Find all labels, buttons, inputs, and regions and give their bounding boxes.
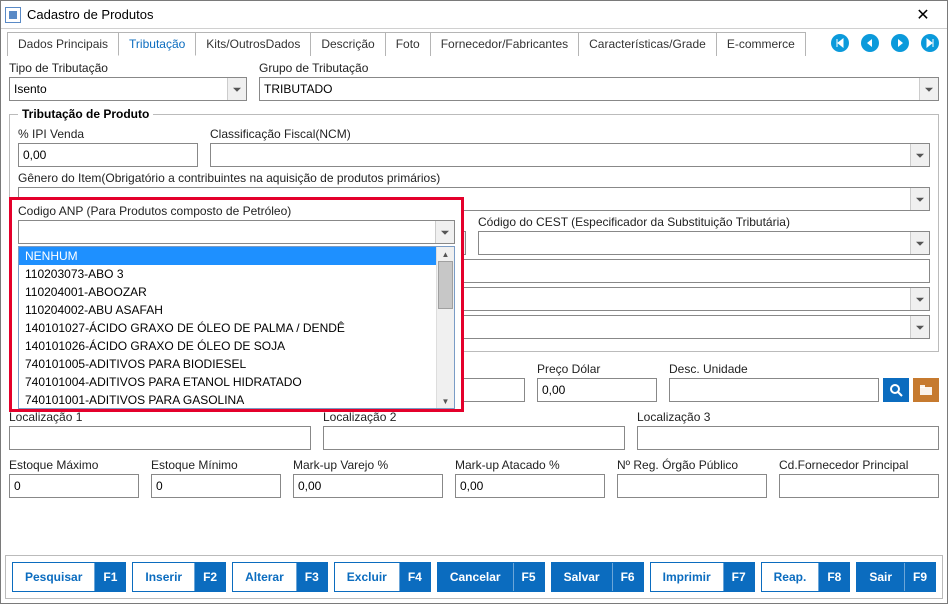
search-icon-button[interactable] <box>883 378 909 402</box>
tab-dados-principais[interactable]: Dados Principais <box>7 32 119 56</box>
anp-scrollbar[interactable]: ▲ ▼ <box>436 247 454 408</box>
estoque-minimo-input[interactable] <box>151 474 281 498</box>
alterar-button[interactable]: AlterarF3 <box>232 562 328 592</box>
localizacao-2-label: Localização 2 <box>323 410 625 424</box>
reg-orgao-label: Nº Reg. Órgão Público <box>617 458 767 472</box>
localizacao-2-input[interactable] <box>323 426 625 450</box>
anp-option[interactable]: 740101004-ADITIVOS PARA ETANOL HIDRATADO <box>19 373 436 391</box>
close-button[interactable]: ✕ <box>903 1 943 29</box>
desc-unidade-input[interactable] <box>669 378 879 402</box>
cest-select[interactable] <box>478 231 930 255</box>
preco-dolar-label: Preço Dólar <box>537 362 657 376</box>
markup-varejo-input[interactable] <box>293 474 443 498</box>
anp-label: Codigo ANP (Para Produtos composto de Pe… <box>18 204 455 218</box>
tab-ecommerce[interactable]: E-commerce <box>716 32 806 56</box>
tipo-tributacao-label: Tipo de Tributação <box>9 61 247 75</box>
anp-option[interactable]: 740101005-ADITIVOS PARA BIODIESEL <box>19 355 436 373</box>
grupo-tributacao-select[interactable] <box>259 77 939 101</box>
tab-descricao[interactable]: Descrição <box>310 32 385 56</box>
estoque-minimo-label: Estoque Mínimo <box>151 458 281 472</box>
anp-select[interactable] <box>18 220 455 244</box>
inserir-button[interactable]: InserirF2 <box>132 562 226 592</box>
preco-dolar-input[interactable] <box>537 378 657 402</box>
excluir-button[interactable]: ExcluirF4 <box>334 562 431 592</box>
anp-option[interactable]: 140101027-ÁCIDO GRAXO DE ÓLEO DE PALMA /… <box>19 319 436 337</box>
nav-prev-icon[interactable] <box>859 32 881 54</box>
imprimir-button[interactable]: ImprimirF7 <box>650 562 755 592</box>
markup-atacado-label: Mark-up Atacado % <box>455 458 605 472</box>
anp-option[interactable]: 110204002-ABU ASAFAH <box>19 301 436 319</box>
tab-fornecedor-fabricantes[interactable]: Fornecedor/Fabricantes <box>430 32 579 56</box>
genero-item-label: Gênero do Item(Obrigatório a contribuint… <box>18 171 930 185</box>
tab-kits-outrosdados[interactable]: Kits/OutrosDados <box>195 32 311 56</box>
tab-foto[interactable]: Foto <box>385 32 431 56</box>
localizacao-1-input[interactable] <box>9 426 311 450</box>
scroll-down-icon[interactable]: ▼ <box>437 394 454 408</box>
tipo-tributacao-select[interactable] <box>9 77 247 101</box>
anp-option[interactable]: 740101001-ADITIVOS PARA GASOLINA <box>19 391 436 408</box>
cancelar-button[interactable]: CancelarF5 <box>437 562 545 592</box>
markup-varejo-label: Mark-up Varejo % <box>293 458 443 472</box>
tab-caracteristicas-grade[interactable]: Características/Grade <box>578 32 717 56</box>
scroll-thumb[interactable] <box>438 261 453 309</box>
titlebar: Cadastro de Produtos ✕ <box>1 1 947 29</box>
desc-unidade-label: Desc. Unidade <box>669 362 939 376</box>
tab-bar: Dados Principais Tributação Kits/OutrosD… <box>1 29 947 57</box>
pesquisar-button[interactable]: PesquisarF1 <box>12 562 126 592</box>
cod-fornecedor-input[interactable] <box>779 474 939 498</box>
anp-dropdown-list[interactable]: NENHUM110203073-ABO 3110204001-ABOOZAR11… <box>18 246 455 409</box>
reap-button[interactable]: Reap.F8 <box>761 562 851 592</box>
ipi-venda-input[interactable] <box>18 143 198 167</box>
anp-option[interactable]: NENHUM <box>19 247 436 265</box>
nav-first-icon[interactable] <box>829 32 851 54</box>
group-legend: Tributação de Produto <box>18 107 153 121</box>
localizacao-1-label: Localização 1 <box>9 410 311 424</box>
anp-dropdown-highlight: Codigo ANP (Para Produtos composto de Pe… <box>9 197 464 412</box>
window-title: Cadastro de Produtos <box>27 7 903 22</box>
anp-option[interactable]: 110204001-ABOOZAR <box>19 283 436 301</box>
sair-button[interactable]: SairF9 <box>856 562 936 592</box>
markup-atacado-input[interactable] <box>455 474 605 498</box>
folder-icon-button[interactable] <box>913 378 939 402</box>
anp-option[interactable]: 110203073-ABO 3 <box>19 265 436 283</box>
localizacao-3-label: Localização 3 <box>637 410 939 424</box>
nav-last-icon[interactable] <box>919 32 941 54</box>
estoque-maximo-input[interactable] <box>9 474 139 498</box>
estoque-maximo-label: Estoque Máximo <box>9 458 139 472</box>
salvar-button[interactable]: SalvarF6 <box>551 562 644 592</box>
ncm-label: Classificação Fiscal(NCM) <box>210 127 930 141</box>
action-button-bar: PesquisarF1 InserirF2 AlterarF3 ExcluirF… <box>5 555 943 599</box>
nav-next-icon[interactable] <box>889 32 911 54</box>
localizacao-3-input[interactable] <box>637 426 939 450</box>
cest-label: Código do CEST (Especificador da Substit… <box>478 215 930 229</box>
scroll-up-icon[interactable]: ▲ <box>437 247 454 261</box>
anp-option[interactable]: 140101026-ÁCIDO GRAXO DE ÓLEO DE SOJA <box>19 337 436 355</box>
reg-orgao-input[interactable] <box>617 474 767 498</box>
grupo-tributacao-label: Grupo de Tributação <box>259 61 939 75</box>
ipi-venda-label: % IPI Venda <box>18 127 198 141</box>
cod-fornecedor-label: Cd.Fornecedor Principal <box>779 458 939 472</box>
app-icon <box>5 7 21 23</box>
tab-tributacao[interactable]: Tributação <box>118 32 196 56</box>
ncm-select[interactable] <box>210 143 930 167</box>
